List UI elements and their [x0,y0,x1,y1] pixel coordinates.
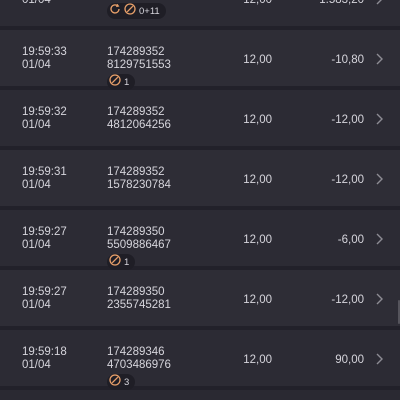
stake-amount: 12,00 [243,54,272,66]
badge-group: 0+11 [107,3,171,19]
timestamp: 01/04 [22,0,51,7]
date-value: 01/04 [22,0,51,6]
ticket-id-primary: 174289350 [107,286,165,298]
transaction-row[interactable]: 19:59:27 01/04 174289350 2355745281 12,0… [0,270,400,330]
time-value: 19:59:27 [22,226,67,238]
badge-pill: 1 [107,74,136,90]
date-value: 01/04 [22,359,51,371]
stake-amount: 12,00 [243,114,272,126]
badge-pill: 3 [107,374,136,390]
time-value: 19:59:33 [22,46,67,58]
ticket-id-secondary: 5509886467 [107,239,171,251]
badge-count: 0+11 [139,5,160,17]
badge-pill: 1 [107,254,136,270]
ticket-id-secondary: 2355745281 [107,299,171,311]
timestamp: 19:59:18 01/04 [22,346,67,372]
ticket-ids: 174289346 4703486976 3 [107,346,171,390]
refresh-icon [109,3,121,19]
ticket-id-primary: 174289346 [107,346,165,358]
transaction-row[interactable]: 01/04 9540722177 0+11 12,00 1.583,20 [0,0,400,30]
stake-amount: 12,00 [243,234,272,246]
chevron-right-icon[interactable] [374,52,384,66]
ticket-ids: 9540722177 0+11 [107,0,171,19]
time-value: 19:59:32 [22,106,67,118]
stake-amount: 12,00 [243,174,272,186]
soccer-ball-icon [124,3,136,19]
result-amount: -10,80 [331,54,364,66]
stake-amount: 12,00 [243,0,272,6]
chevron-right-icon[interactable] [374,112,384,126]
time-value: 19:59:27 [22,286,67,298]
chevron-right-icon[interactable] [374,172,384,186]
time-value: 19:59:31 [22,166,67,178]
badge-count: 1 [124,76,130,88]
date-value: 01/04 [22,59,51,71]
result-amount: -12,00 [331,174,364,186]
ticket-id-secondary: 9540722177 [107,0,171,1]
ticket-id-primary: 174289352 [107,166,165,178]
result-amount: 1.583,20 [319,0,364,6]
time-value: 19:59:18 [22,346,67,358]
chevron-right-icon[interactable] [374,232,384,246]
soccer-ball-icon [109,254,121,270]
timestamp: 19:59:32 01/04 [22,106,67,132]
badge-count: 3 [124,376,130,388]
timestamp: 19:59:27 01/04 [22,226,67,252]
badge-group: 1 [107,254,171,270]
result-amount: -12,00 [331,294,364,306]
transaction-row[interactable]: 19:59:31 01/04 174289352 1578230784 12,0… [0,150,400,210]
soccer-ball-icon [109,74,121,90]
ticket-id-secondary: 1578230784 [107,179,171,191]
result-amount: -6,00 [337,234,364,246]
ticket-id-primary: 174289350 [107,226,165,238]
transaction-row[interactable]: 19:59:18 01/04 174289346 4703486976 3 12… [0,330,400,390]
ticket-ids: 174289352 1578230784 [107,166,171,192]
ticket-ids: 174289352 4812064256 [107,106,171,132]
transaction-row[interactable]: 19:59:27 01/04 174289350 5509886467 1 12… [0,210,400,270]
transaction-row[interactable]: 19:59:33 01/04 174289352 8129751553 1 12… [0,30,400,90]
badge-group: 3 [107,374,171,390]
ticket-id-secondary: 8129751553 [107,59,171,71]
date-value: 01/04 [22,179,51,191]
soccer-ball-icon [109,374,121,390]
result-amount: 90,00 [335,354,364,366]
badge-count: 1 [124,256,130,268]
ticket-ids: 174289352 8129751553 1 [107,46,171,90]
badge-group: 1 [107,74,171,90]
stake-amount: 12,00 [243,294,272,306]
transaction-list: 01/04 9540722177 0+11 12,00 1.583,20 19:… [0,0,400,390]
stake-amount: 12,00 [243,354,272,366]
transaction-row[interactable]: 19:59:32 01/04 174289352 4812064256 12,0… [0,90,400,150]
date-value: 01/04 [22,239,51,251]
timestamp: 19:59:31 01/04 [22,166,67,192]
chevron-right-icon[interactable] [374,0,384,6]
ticket-id-primary: 174289352 [107,106,165,118]
date-value: 01/04 [22,299,51,311]
timestamp: 19:59:33 01/04 [22,46,67,72]
ticket-ids: 174289350 5509886467 1 [107,226,171,270]
chevron-right-icon[interactable] [374,352,384,366]
badge-pill: 0+11 [107,3,166,19]
ticket-id-secondary: 4812064256 [107,119,171,131]
date-value: 01/04 [22,119,51,131]
chevron-right-icon[interactable] [374,292,384,306]
ticket-ids: 174289350 2355745281 [107,286,171,312]
result-amount: -12,00 [331,114,364,126]
timestamp: 19:59:27 01/04 [22,286,67,312]
ticket-id-primary: 174289352 [107,46,165,58]
ticket-id-secondary: 4703486976 [107,359,171,371]
